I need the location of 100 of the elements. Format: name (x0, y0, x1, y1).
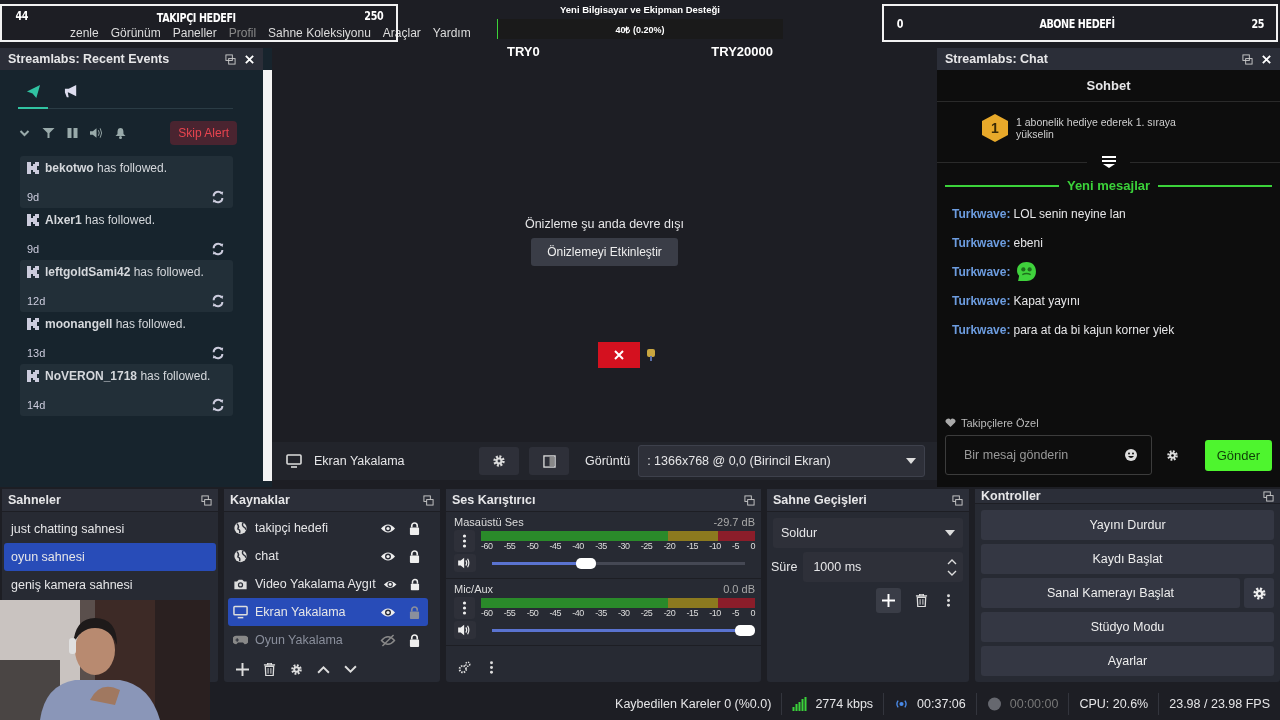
meter-tick-label: -25 (640, 541, 653, 551)
close-icon[interactable] (1261, 53, 1272, 65)
filters-button[interactable] (529, 447, 569, 475)
menu-item[interactable]: Paneller (172, 26, 217, 40)
chat-username[interactable]: Turkwave: (952, 206, 1011, 221)
event-time: 9d (27, 191, 40, 203)
volume-icon[interactable] (90, 127, 103, 139)
increment-icon[interactable] (947, 558, 957, 565)
repeat-icon[interactable] (211, 398, 225, 412)
meter-tick-label: 0 (750, 608, 755, 618)
dock-title: Kaynaklar (230, 493, 290, 507)
source-item[interactable]: Oyun Yakalama (228, 626, 428, 654)
lock-icon[interactable] (409, 521, 420, 535)
emoji-icon[interactable] (1125, 449, 1137, 461)
source-item[interactable]: Video Yakalama Aygıt (228, 570, 428, 598)
trash-icon[interactable] (263, 663, 276, 676)
move-down-icon[interactable] (344, 663, 357, 676)
dock-title: Streamlabs: Chat (945, 52, 1049, 66)
menu-item[interactable]: zenle (70, 26, 99, 40)
add-icon[interactable] (876, 588, 901, 613)
event-time: 12d (27, 295, 46, 307)
enable-preview-button[interactable]: Önizlemeyi Etkinleştir (531, 238, 678, 266)
goal-target: 25 (1251, 17, 1265, 31)
control-button[interactable]: Kaydı Başlat (981, 544, 1274, 574)
filter-icon[interactable] (42, 127, 55, 139)
float-icon[interactable] (952, 494, 963, 506)
transition-dropdown[interactable]: Soldur (773, 518, 963, 548)
float-icon[interactable] (201, 494, 212, 506)
filter-icon (542, 454, 556, 468)
cpu-usage: CPU: 20.6% (1079, 697, 1149, 711)
control-button[interactable]: Yayını Durdur (981, 510, 1274, 540)
chat-mode-label: Takipçilere Özel (961, 417, 1039, 429)
chat-username[interactable]: Turkwave: (952, 235, 1011, 250)
settings-button[interactable] (1244, 578, 1274, 608)
source-item[interactable]: chat (228, 542, 428, 570)
duration-field[interactable]: 1000 ms (803, 552, 963, 582)
camera-icon (233, 577, 248, 591)
send-button[interactable]: Gönder (1204, 439, 1272, 471)
float-icon[interactable] (1263, 490, 1274, 502)
lock-icon[interactable] (410, 577, 420, 591)
broadcast-icon (894, 697, 910, 711)
lock-icon[interactable] (409, 633, 420, 647)
float-icon[interactable] (1242, 53, 1253, 65)
add-icon[interactable] (236, 663, 249, 676)
event-text: Alxer1 has followed. (45, 213, 156, 228)
more-options-icon[interactable] (454, 597, 475, 619)
scene-item[interactable]: oyun sahnesi (4, 543, 216, 571)
bell-icon[interactable] (114, 127, 127, 139)
caret-icon (945, 530, 955, 536)
settings-icon[interactable] (290, 663, 303, 676)
menu-item[interactable]: Profil (228, 26, 257, 40)
repeat-icon[interactable] (211, 190, 225, 204)
dropped-frames: Kaybedilen Kareler 0 (%0.0) (615, 697, 772, 711)
chat-message: LOL senin neyine lan (1013, 206, 1126, 221)
advanced-settings-icon[interactable] (458, 661, 471, 674)
display-dropdown[interactable]: : 1366x768 @ 0,0 (Birincil Ekran) (638, 445, 925, 477)
repeat-icon[interactable] (211, 346, 225, 360)
scene-item[interactable]: just chatting sahnesi (4, 515, 216, 543)
eye-off-icon[interactable] (380, 633, 396, 647)
meter-tick-label: -10 (709, 608, 721, 618)
control-button[interactable]: Sanal Kamerayı Başlat (981, 578, 1240, 608)
control-button[interactable]: Ayarlar (981, 646, 1274, 676)
control-button[interactable]: Stüdyo Modu (981, 612, 1274, 642)
flag-icon (646, 348, 656, 362)
message-input[interactable]: Bir mesaj gönderin (945, 435, 1152, 475)
speaker-icon[interactable] (454, 621, 476, 639)
pause-icon[interactable] (66, 127, 79, 139)
event-text: leftgoldSami42 has followed. (45, 265, 204, 280)
move-up-icon[interactable] (317, 663, 330, 676)
settings-button[interactable] (479, 447, 519, 475)
repeat-icon[interactable] (211, 242, 225, 256)
scene-item[interactable]: geniş kamera sahnesi (4, 571, 216, 599)
scrollbar[interactable] (263, 70, 272, 481)
preview-disabled-message: Önizleme şu anda devre dışı (524, 217, 685, 231)
goal-end-label: TRY20000 (711, 44, 773, 59)
meter-tick-label: -30 (617, 608, 630, 618)
trash-icon[interactable] (915, 594, 928, 607)
decrement-icon[interactable] (947, 569, 957, 576)
platform-icon (27, 162, 39, 174)
chat-username[interactable]: Turkwave: (952, 293, 1011, 308)
float-icon[interactable] (423, 494, 434, 506)
speaker-icon[interactable] (454, 554, 476, 572)
lock-icon[interactable] (409, 549, 420, 563)
globe-icon (233, 521, 248, 535)
more-options-icon[interactable] (454, 530, 475, 552)
float-icon[interactable] (225, 53, 236, 65)
collapse-icon[interactable] (1101, 156, 1116, 168)
menu-item[interactable]: Görünüm (110, 26, 161, 40)
menu-item[interactable]: Yardım (432, 26, 471, 40)
chat-username[interactable]: Turkwave: (952, 322, 1011, 337)
source-item[interactable]: takipçi hedefi (228, 514, 428, 542)
close-icon[interactable] (244, 53, 255, 65)
float-icon[interactable] (744, 494, 755, 506)
menu-item[interactable]: Sahne Koleksiyonu (268, 26, 371, 40)
source-item[interactable]: Ekran Yakalama (228, 598, 428, 626)
chat-username[interactable]: Turkwave: (952, 264, 1011, 279)
event-time: 9d (27, 243, 40, 255)
repeat-icon[interactable] (211, 294, 225, 308)
meter-tick-label: -40 (572, 541, 584, 551)
settings-icon[interactable] (1166, 448, 1179, 462)
